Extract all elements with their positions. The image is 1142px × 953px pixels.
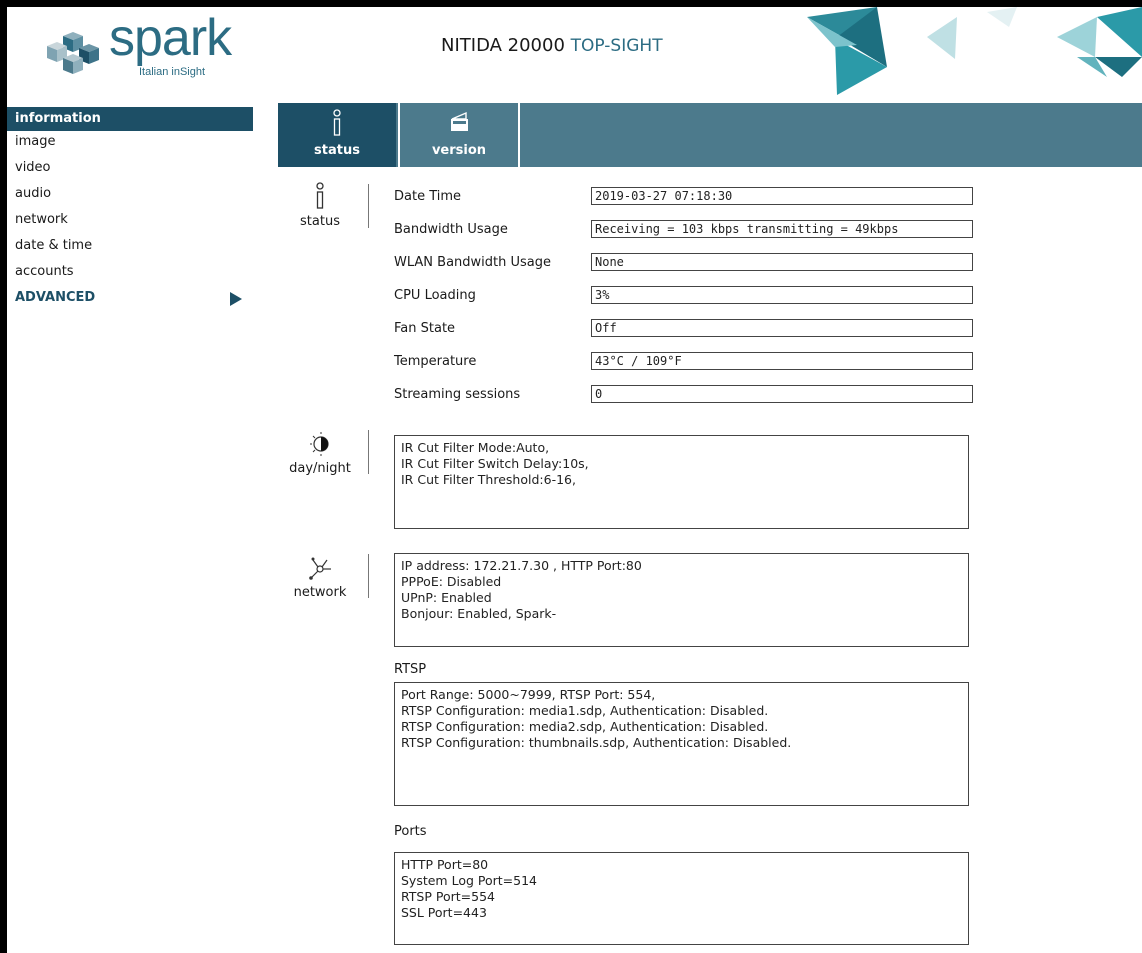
bandwidth-usage-field: Receiving = 103 kbps transmitting = 49kb…	[591, 220, 973, 238]
sidebar: information image video audio network da…	[7, 107, 253, 953]
field-label: Temperature	[394, 354, 477, 369]
field-label: WLAN Bandwidth Usage	[394, 255, 551, 270]
brand-name: spark	[109, 9, 232, 67]
sidebar-item-advanced[interactable]: ADVANCED	[7, 287, 253, 313]
sidebar-item-label: information	[15, 111, 101, 126]
info-icon	[333, 109, 341, 136]
logo-cubes-icon	[47, 32, 99, 74]
sidebar-item-image[interactable]: image	[7, 131, 253, 157]
divider	[368, 184, 369, 228]
version-icon	[451, 111, 468, 131]
sidebar-item-label: network	[15, 212, 68, 227]
tab-status[interactable]: status	[278, 103, 396, 167]
sidebar-item-label: image	[15, 134, 56, 149]
cpu-loading-field: 3%	[591, 286, 973, 304]
rtsp-info-box: Port Range: 5000~7999, RTSP Port: 554, R…	[394, 682, 969, 806]
streaming-sessions-field: 0	[591, 385, 973, 403]
page-frame: spark Italian inSight NITIDA 20000 TOP-S…	[7, 7, 1142, 953]
sidebar-item-label: date & time	[15, 238, 93, 253]
device-variant: TOP-SIGHT	[570, 36, 663, 56]
divider	[368, 554, 369, 598]
section-label: day/night	[289, 461, 351, 476]
sidebar-item-label: ADVANCED	[15, 290, 96, 305]
temperature-field: 43°C / 109°F	[591, 352, 973, 370]
status-section-header: status	[285, 180, 355, 229]
device-model: NITIDA 20000	[441, 35, 565, 56]
section-label: status	[300, 214, 340, 229]
sidebar-item-network[interactable]: network	[7, 209, 253, 235]
field-label: Streaming sessions	[394, 387, 521, 402]
network-icon	[309, 557, 331, 580]
tab-label: version	[431, 143, 487, 158]
tab-bar: status version	[278, 103, 1142, 167]
sidebar-item-information[interactable]: information	[7, 107, 253, 131]
fan-state-field: Off	[591, 319, 973, 337]
daynight-section-header: day/night	[285, 431, 355, 476]
field-label: Fan State	[394, 321, 456, 336]
ports-label: Ports	[394, 824, 427, 839]
divider	[368, 430, 369, 474]
field-label: CPU Loading	[394, 288, 476, 303]
network-info-box: IP address: 172.21.7.30 , HTTP Port:80 P…	[394, 553, 969, 647]
tab-version[interactable]: version	[398, 103, 520, 167]
network-section-header: network	[285, 555, 355, 600]
sidebar-item-date-time[interactable]: date & time	[7, 235, 253, 261]
wlan-bandwidth-field: None	[591, 253, 973, 271]
header: spark Italian inSight NITIDA 20000 TOP-S…	[7, 7, 1142, 102]
section-label: network	[293, 585, 347, 600]
field-label: Date Time	[394, 189, 462, 204]
sidebar-item-audio[interactable]: audio	[7, 183, 253, 209]
device-title: NITIDA 20000 TOP-SIGHT	[441, 35, 663, 56]
brand-tagline: Italian inSight	[139, 66, 206, 78]
ports-info-box: HTTP Port=80 System Log Port=514 RTSP Po…	[394, 852, 969, 945]
sidebar-item-label: accounts	[15, 264, 74, 279]
daynight-info-box: IR Cut Filter Mode:Auto, IR Cut Filter S…	[394, 435, 969, 529]
brand-logo[interactable]: spark Italian inSight	[43, 9, 232, 80]
info-icon	[316, 182, 324, 209]
header-decoration-icon	[807, 7, 1142, 95]
sidebar-item-label: video	[15, 160, 51, 175]
field-label: Bandwidth Usage	[394, 222, 508, 237]
date-time-field: 2019-03-27 07:18:30	[591, 187, 973, 205]
play-arrow-icon	[230, 292, 242, 306]
sidebar-item-accounts[interactable]: accounts	[7, 261, 253, 287]
sidebar-item-video[interactable]: video	[7, 157, 253, 183]
tab-label: status	[314, 143, 360, 158]
sidebar-item-label: audio	[15, 186, 52, 201]
rtsp-label: RTSP	[394, 662, 427, 677]
day-night-icon	[310, 432, 329, 456]
